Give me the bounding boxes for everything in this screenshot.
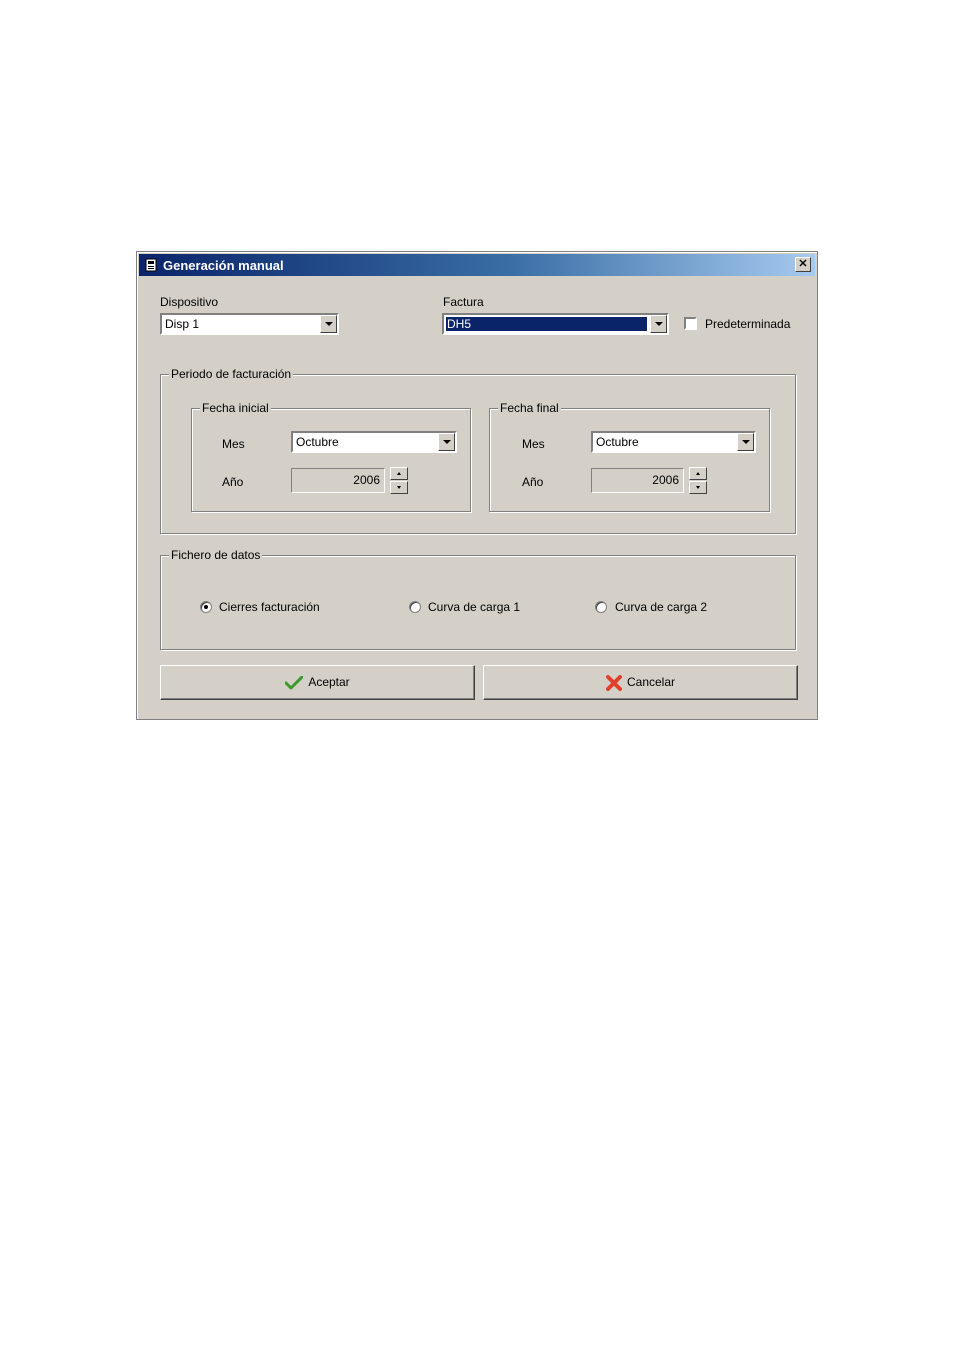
anio-final-value: 2006 [652, 473, 679, 487]
fichero-legend: Fichero de datos [169, 548, 263, 562]
title-bar[interactable]: Generación manual ✕ [139, 254, 815, 276]
radio-curva-1-label[interactable]: Curva de carga 1 [428, 600, 520, 614]
anio-inicial-field[interactable]: 2006 [291, 468, 385, 493]
periodo-group: Periodo de facturación Fecha inicial Mes… [160, 367, 796, 534]
anio-final-field[interactable]: 2006 [591, 468, 684, 493]
fecha-inicial-group: Fecha inicial Mes Octubre Año 2006 [191, 401, 471, 512]
factura-label: Factura [443, 295, 484, 309]
predeterminada-checkbox[interactable] [684, 317, 697, 330]
dialog-title: Generación manual [163, 258, 284, 273]
cancel-button[interactable]: Cancelar [483, 665, 798, 700]
spin-up-icon[interactable] [689, 467, 707, 480]
fichero-group: Fichero de datos Cierres facturación Cur… [160, 548, 796, 650]
generacion-manual-dialog: Generación manual ✕ Dispositivo Disp 1 F… [136, 251, 818, 720]
radio-curva-2-label[interactable]: Curva de carga 2 [615, 600, 707, 614]
dispositivo-combo[interactable]: Disp 1 [160, 313, 339, 335]
radio-curva-2[interactable] [595, 601, 607, 613]
cancel-label: Cancelar [626, 675, 676, 690]
check-icon [285, 675, 304, 690]
factura-combo[interactable]: DH5 [442, 313, 669, 335]
radio-curva-1[interactable] [409, 601, 421, 613]
mes-final-combo[interactable]: Octubre [591, 431, 756, 453]
app-icon [145, 258, 157, 272]
cross-icon [605, 675, 622, 691]
anio-inicial-spinner[interactable] [390, 467, 408, 494]
chevron-down-icon[interactable] [438, 433, 455, 451]
fecha-final-group: Fecha final Mes Octubre Año 2006 [489, 401, 770, 512]
anio-label: Año [522, 475, 544, 489]
anio-inicial-value: 2006 [353, 473, 380, 487]
spin-down-icon[interactable] [689, 481, 707, 494]
accept-button[interactable]: Aceptar [160, 665, 475, 700]
mes-inicial-value: Octubre [296, 435, 339, 449]
close-icon: ✕ [798, 258, 808, 270]
fecha-inicial-legend: Fecha inicial [200, 401, 271, 415]
spin-down-icon[interactable] [390, 481, 408, 494]
dispositivo-value: Disp 1 [165, 317, 200, 331]
radio-cierres[interactable] [200, 601, 212, 613]
anio-final-spinner[interactable] [689, 467, 707, 494]
chevron-down-icon[interactable] [320, 315, 337, 333]
spin-up-icon[interactable] [390, 467, 408, 480]
dispositivo-label: Dispositivo [160, 295, 219, 309]
close-button[interactable]: ✕ [795, 257, 811, 272]
mes-label: Mes [222, 437, 245, 451]
mes-inicial-combo[interactable]: Octubre [291, 431, 457, 453]
fecha-final-legend: Fecha final [498, 401, 561, 415]
periodo-legend: Periodo de facturación [169, 367, 294, 381]
chevron-down-icon[interactable] [650, 315, 667, 333]
anio-label: Año [222, 475, 244, 489]
radio-cierres-label[interactable]: Cierres facturación [219, 600, 320, 614]
chevron-down-icon[interactable] [737, 433, 754, 451]
factura-value: DH5 [446, 317, 647, 331]
mes-label: Mes [522, 437, 545, 451]
mes-final-value: Octubre [596, 435, 639, 449]
accept-label: Aceptar [308, 675, 350, 689]
predeterminada-label[interactable]: Predeterminada [705, 317, 790, 331]
